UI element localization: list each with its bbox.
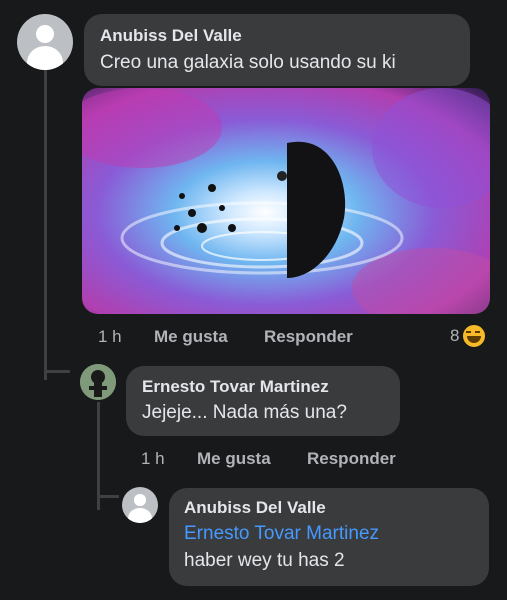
reaction-summary[interactable]: 8 [450, 323, 488, 349]
reply-button[interactable]: Responder [307, 449, 396, 469]
comment-text: Jejeje... Nada más una? [142, 402, 347, 423]
reaction-count: 8 [450, 326, 460, 345]
thread-branch-reply [97, 495, 119, 498]
comment-time[interactable]: 1 h [98, 327, 122, 347]
thread-line [44, 70, 47, 380]
like-button[interactable]: Me gusta [197, 449, 271, 469]
comment-author[interactable]: Anubiss Del Valle [100, 26, 454, 46]
like-button[interactable]: Me gusta [154, 327, 228, 347]
comment-bubble: Anubiss Del Valle Ernesto Tovar Martinez… [169, 488, 489, 586]
avatar[interactable] [122, 487, 158, 523]
avatar[interactable] [17, 14, 73, 70]
galaxy-image[interactable] [82, 88, 490, 314]
comment-author[interactable]: Ernesto Tovar Martinez [142, 377, 384, 397]
reply-button[interactable]: Responder [264, 327, 353, 347]
thread-branch [44, 370, 70, 373]
comment-text: haber wey tu has 2 [184, 550, 345, 571]
comment-text: Creo una galaxia solo usando su ki [100, 52, 396, 73]
avatar[interactable] [80, 364, 116, 400]
comment-author[interactable]: Anubiss Del Valle [184, 498, 474, 518]
comment-bubble: Anubiss Del Valle Creo una galaxia solo … [84, 14, 470, 86]
haha-emoji-icon [461, 323, 488, 349]
thread-line-reply [97, 402, 100, 510]
comment-time[interactable]: 1 h [141, 449, 165, 469]
mention-link[interactable]: Ernesto Tovar Martinez [184, 523, 474, 545]
comment-bubble: Ernesto Tovar Martinez Jejeje... Nada má… [126, 366, 400, 436]
